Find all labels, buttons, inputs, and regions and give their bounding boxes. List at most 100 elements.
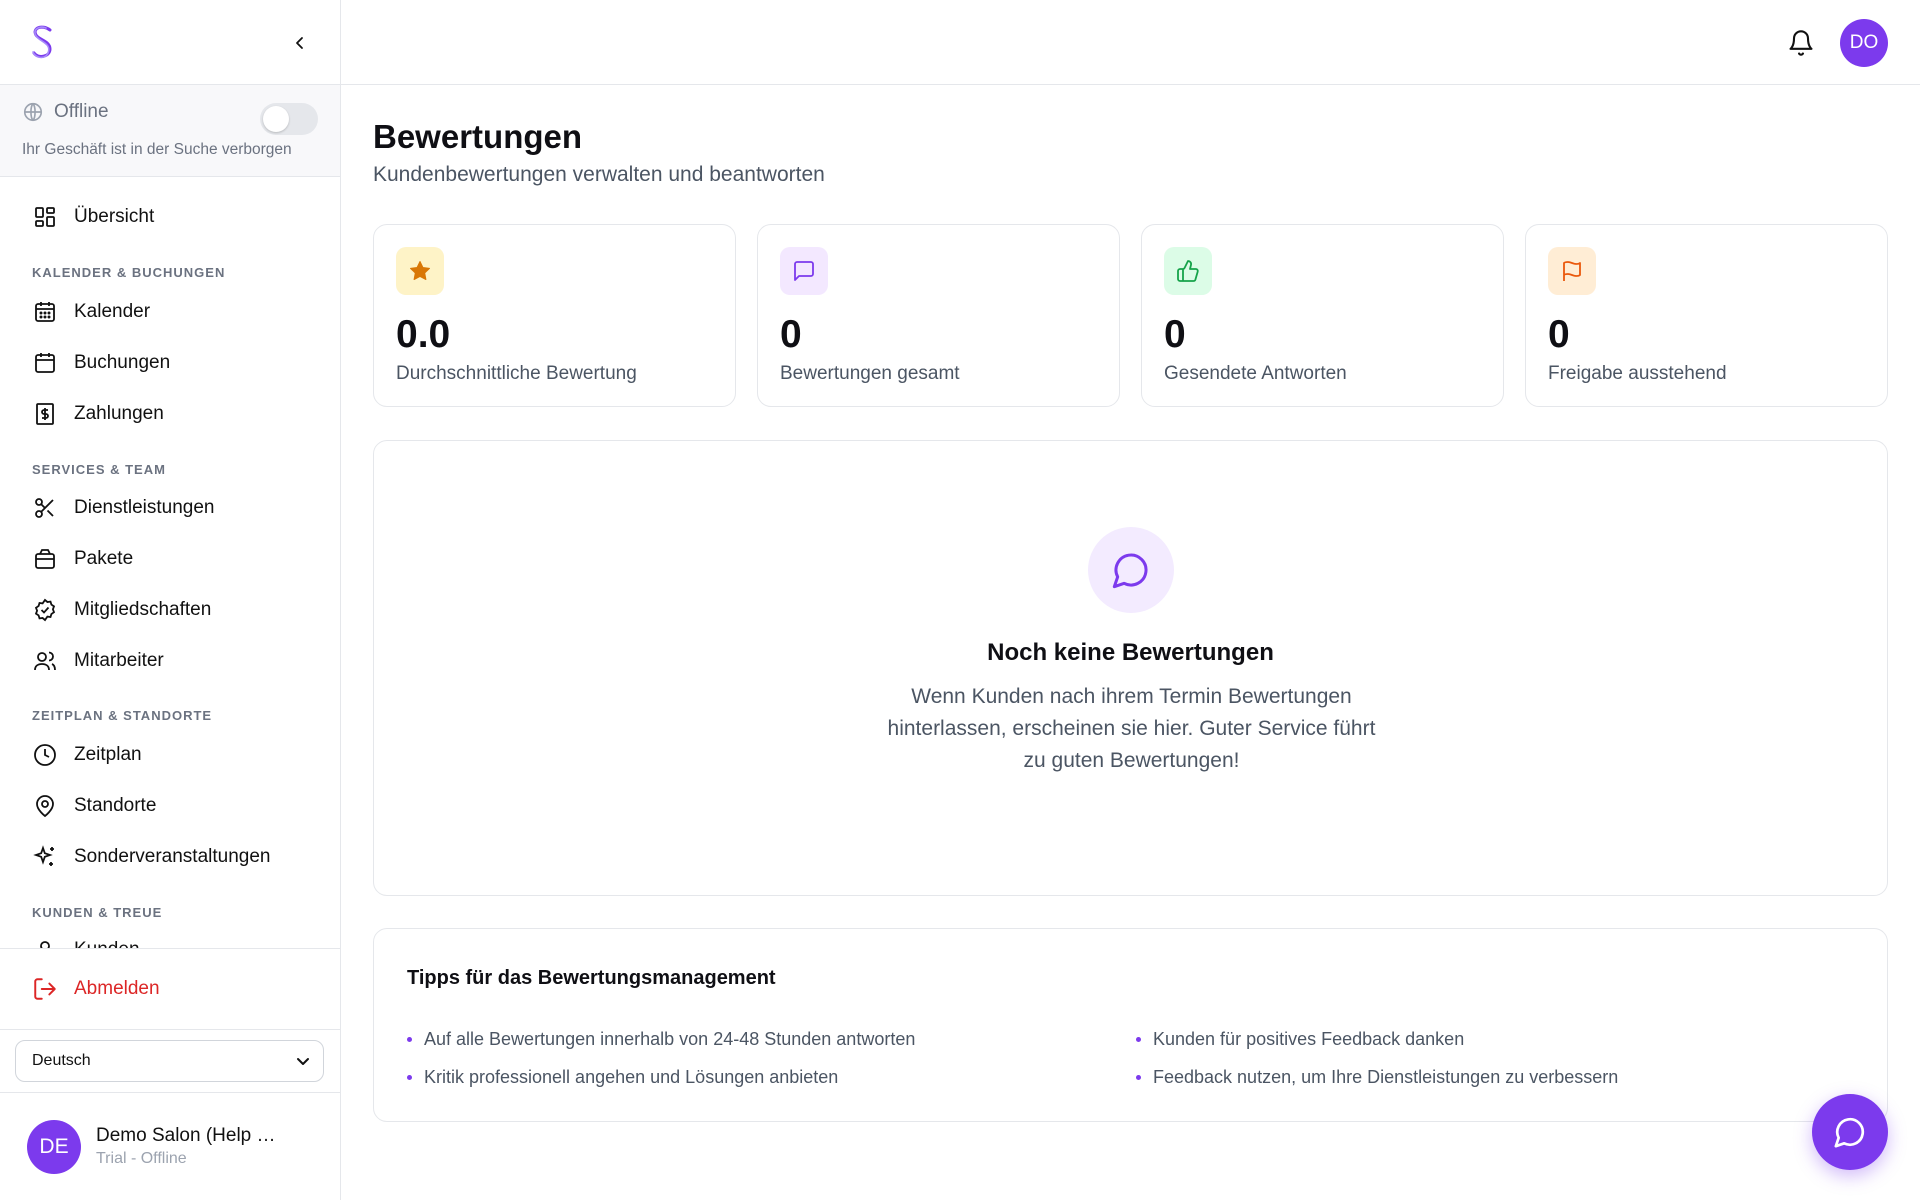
logout-button[interactable]: Abmelden [0,948,340,1030]
scissors-icon [32,495,58,521]
log-out-icon [34,978,56,1000]
badge-check-icon [32,597,58,623]
sidebar-item-services[interactable]: Dienstleistungen [0,484,340,532]
sidebar-item-calendar[interactable]: Kalender [0,288,340,336]
nav-section-services: SERVICES & TEAM [32,462,166,477]
sidebar-item-label: Kalender [74,301,151,322]
sidebar-header [0,0,340,85]
tip-text: Feedback nutzen, um Ihre Dienstleistunge… [1153,1067,1619,1087]
star-icon [396,247,444,295]
top-header: DO [341,0,1920,85]
sidebar-item-label: Übersicht [74,206,155,227]
package-icon [32,546,58,572]
bullet [407,1037,412,1042]
tip-text: Kritik professionell angehen und Lösunge… [424,1067,839,1087]
sidebar-item-special-events[interactable]: Sonderveranstaltungen [0,833,340,881]
bell-icon[interactable] [1787,28,1815,58]
tip-text: Auf alle Bewertungen innerhalb von 24-48… [424,1029,916,1049]
bullet [407,1075,412,1080]
logout-label: Abmelden [74,978,160,999]
sidebar-item-locations[interactable]: Standorte [0,782,340,830]
online-status-toggle[interactable] [260,103,318,135]
map-pin-icon [32,793,58,819]
tips-card: Tipps für das Bewertungsmanagement Auf a… [373,928,1888,1122]
divider [0,1092,340,1093]
message-square-icon [780,247,828,295]
business-name[interactable]: Demo Salon (Help … [96,1125,286,1147]
sidebar-item-packages[interactable]: Pakete [0,535,340,583]
stat-value: 0 [1548,313,1570,356]
message-circle-icon [1834,1117,1865,1148]
user-avatar[interactable]: DO [1840,19,1888,67]
thumbs-up-icon [1164,247,1212,295]
user-icon [32,937,58,948]
sidebar-item-label: Sonderveranstaltungen [74,846,271,867]
brand-logo-icon[interactable] [28,24,58,62]
receipt-dollar-icon [32,401,58,427]
business-avatar[interactable]: DE [27,1120,81,1174]
stat-value: 0.0 [396,313,451,356]
stat-card-total-reviews: 0 Bewertungen gesamt [757,224,1120,407]
stat-value: 0 [780,313,802,356]
users-icon [32,648,58,674]
sidebar-item-label: Dienstleistungen [74,497,215,518]
tip-item: Auf alle Bewertungen innerhalb von 24-48… [407,1029,915,1050]
tip-item: Feedback nutzen, um Ihre Dienstleistunge… [1136,1067,1618,1088]
sidebar-item-overview[interactable]: Übersicht [0,193,340,241]
business-plan-status: Trial - Offline [96,1150,187,1167]
sidebar-item-schedule[interactable]: Zeitplan [0,731,340,779]
layout-dashboard-icon [32,204,58,230]
language-select[interactable]: Deutsch [15,1040,324,1082]
sidebar-item-label: Kunden [74,939,140,948]
stat-label: Bewertungen gesamt [780,363,960,384]
collapse-sidebar-button[interactable] [287,30,313,56]
calendar-days-icon [32,299,58,325]
page-subtitle: Kundenbewertungen verwalten und beantwor… [373,163,825,186]
status-description: Ihr Geschäft ist in der Suche verborgen [22,141,292,158]
nav-section-customers: KUNDEN & TREUE [32,905,163,920]
sidebar-item-bookings[interactable]: Buchungen [0,339,340,387]
sidebar-item-label: Buchungen [74,352,171,373]
stat-label: Freigabe ausstehend [1548,363,1727,384]
tip-text: Kunden für positives Feedback danken [1153,1029,1465,1049]
nav-section-calendar: KALENDER & BUCHUNGEN [32,265,226,280]
status-label: Offline [54,101,109,122]
sidebar-item-label: Mitgliedschaften [74,599,212,620]
message-circle-icon [1088,527,1174,613]
chevron-left-icon [296,37,303,49]
sidebar: Offline Ihr Geschäft ist in der Suche ve… [0,0,341,1200]
tip-item: Kritik professionell angehen und Lösunge… [407,1067,838,1088]
sidebar-item-label: Zeitplan [74,744,142,765]
page-title: Bewertungen [373,118,583,155]
chevron-down-icon [297,1058,309,1065]
sidebar-item-label: Standorte [74,795,157,816]
sidebar-nav: Übersicht KALENDER & BUCHUNGEN Kalender … [0,178,340,948]
flag-icon [1548,247,1596,295]
support-chat-button[interactable] [1812,1094,1888,1170]
empty-state-title: Noch keine Bewertungen [987,639,1274,666]
toggle-knob [263,106,289,132]
sidebar-item-label: Zahlungen [74,403,164,424]
sidebar-item-staff[interactable]: Mitarbeiter [0,637,340,685]
tip-item: Kunden für positives Feedback danken [1136,1029,1464,1050]
bullet [1136,1037,1141,1042]
stat-card-average-rating: 0.0 Durchschnittliche Bewertung [373,224,736,407]
nav-section-schedule: ZEITPLAN & STANDORTE [32,708,213,723]
stat-label: Durchschnittliche Bewertung [396,363,637,384]
sidebar-item-label: Mitarbeiter [74,650,164,671]
sidebar-item-payments[interactable]: Zahlungen [0,390,340,438]
clock-icon [32,742,58,768]
sparkles-icon [32,844,58,870]
stat-label: Gesendete Antworten [1164,363,1347,384]
stat-value: 0 [1164,313,1186,356]
language-value: Deutsch [32,1052,91,1069]
sidebar-item-customers[interactable]: Kunden [0,926,340,948]
business-status-panel: Offline Ihr Geschäft ist in der Suche ve… [0,85,340,177]
stat-card-sent-replies: 0 Gesendete Antworten [1141,224,1504,407]
sidebar-item-label: Pakete [74,548,134,569]
sidebar-item-memberships[interactable]: Mitgliedschaften [0,586,340,634]
tips-title: Tipps für das Bewertungsmanagement [407,967,776,989]
bullet [1136,1075,1141,1080]
empty-state-text: Wenn Kunden nach ihrem Termin Bewertunge… [887,685,1376,772]
empty-state-card: Noch keine Bewertungen Wenn Kunden nach … [373,440,1888,896]
